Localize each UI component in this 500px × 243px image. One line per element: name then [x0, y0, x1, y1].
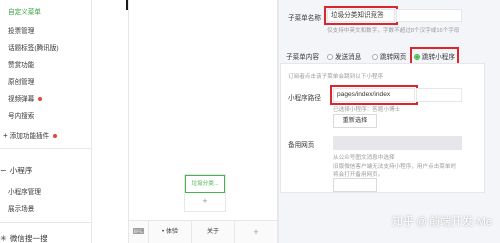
mini-program-box-tip: 订阅者点击该子菜单会跳到以下小程序: [288, 74, 384, 80]
add-plugin-button[interactable]: + 添加功能插件: [3, 130, 58, 140]
radio-jump-webpage[interactable]: 跳转网页: [372, 51, 406, 61]
phone-preview: 垃圾分类... + ⌨ • 体验 关于 +: [128, 0, 278, 243]
mini-program-icon: ∽: [0, 166, 7, 175]
backup-webpage-tip: 从公众号图文消息中选择: [333, 155, 395, 161]
section-title: 小程序: [9, 166, 33, 175]
sidebar-divider: [0, 222, 91, 223]
watermark-author: 前端开发-Me: [429, 216, 492, 228]
backup-webpage-note-cont: 将会打开备用网页。: [333, 172, 384, 178]
sidebar-item-label: 视频弹幕: [8, 96, 35, 103]
radio-label: 发送消息: [335, 54, 362, 61]
submenu-name-input[interactable]: 垃圾分类知识竞答: [324, 6, 398, 25]
radio-circle-icon: [327, 54, 333, 60]
radio-label: 跳转小程序: [422, 54, 455, 61]
mini-program-path-input-rest[interactable]: [416, 88, 462, 102]
watermark-at: @: [415, 216, 428, 228]
radio-label: 跳转网页: [380, 54, 407, 61]
radio-send-message[interactable]: 发送消息: [327, 51, 361, 61]
sidebar-section-wechat-search[interactable]: ✳ 微信搜一搜: [0, 233, 48, 243]
backup-webpage-label: 备用网页: [288, 142, 315, 149]
backup-webpage-note: 旧版微信客户端无法支持小程序，用户点击菜单时: [333, 164, 457, 170]
radio-circle-icon: [372, 54, 378, 60]
sidebar-item-mini-program-management[interactable]: 小程序管理: [8, 186, 41, 196]
submenu-content-label: 子菜单内容: [286, 54, 319, 61]
selected-mini-program-tip: 已选择小程序：答题小博士: [333, 107, 401, 113]
add-menu-button[interactable]: +: [235, 221, 277, 243]
menu-item-label: 体验: [166, 229, 179, 235]
sidebar-item-display-scene[interactable]: 展示场景: [8, 203, 34, 213]
reselect-button[interactable]: 重新选择: [333, 114, 377, 128]
sidebar-section-mini-program[interactable]: ∽ 小程序: [0, 165, 32, 176]
submenu-item-selected[interactable]: 垃圾分类...: [185, 175, 225, 193]
new-dot-icon: [53, 134, 58, 139]
submenu-name-input-rest[interactable]: [396, 9, 462, 22]
sidebar-item-vote-management[interactable]: 投票管理: [8, 25, 34, 35]
menu-item-experience[interactable]: • 体验: [149, 221, 192, 243]
radio-checked-icon: [414, 54, 420, 60]
add-submenu-button[interactable]: +: [185, 193, 225, 211]
sidebar-item-original-management[interactable]: 原创管理: [8, 76, 34, 86]
plus-icon: +: [3, 131, 8, 140]
section-title: 微信搜一搜: [9, 234, 48, 243]
mini-program-path-label: 小程序路径: [288, 95, 321, 102]
sidebar-item-appreciation[interactable]: 赞赏功能: [8, 59, 34, 69]
sidebar-item-in-account-search[interactable]: 号内搜索: [8, 110, 34, 120]
sidebar: 自定义菜单 投票管理 话题标签(腾讯版) 赞赏功能 原创管理 视频弹幕 号内搜索…: [0, 0, 92, 243]
backup-select-button[interactable]: [333, 178, 377, 192]
menu-bar: ⌨ • 体验 关于 +: [129, 220, 277, 243]
sidebar-item-video-danmaku[interactable]: 视频弹幕: [8, 93, 43, 103]
watermark-brand: 知乎: [391, 216, 414, 228]
watermark: 知乎 @ 前端开发-Me: [392, 213, 492, 229]
add-plugin-label: 添加功能插件: [9, 133, 50, 140]
sidebar-item-topic-tags[interactable]: 话题标签(腾讯版): [8, 42, 59, 52]
mini-program-path-input[interactable]: pages/index/index: [330, 85, 418, 105]
wechat-search-icon: ✳: [0, 234, 7, 243]
sidebar-item-custom-menu[interactable]: 自定义菜单: [8, 6, 41, 16]
backup-webpage-input[interactable]: [333, 136, 462, 150]
submenu-column: 垃圾分类... +: [184, 174, 226, 212]
new-dot-icon: [38, 97, 43, 102]
menu-preview-area: 垃圾分类... + ⌨ • 体验 关于 +: [92, 0, 278, 243]
submenu-dot-icon: •: [161, 229, 165, 235]
menu-item-about[interactable]: 关于: [192, 221, 235, 243]
submenu-name-label: 子菜单名称: [288, 15, 321, 22]
sidebar-divider: [0, 148, 91, 149]
radio-jump-mini-program[interactable]: 跳转小程序: [410, 47, 459, 65]
submenu-name-tip: 仅支持中英文和数字，字数不超过8个汉字或16个字母: [327, 28, 460, 34]
keyboard-icon[interactable]: ⌨: [129, 221, 149, 243]
